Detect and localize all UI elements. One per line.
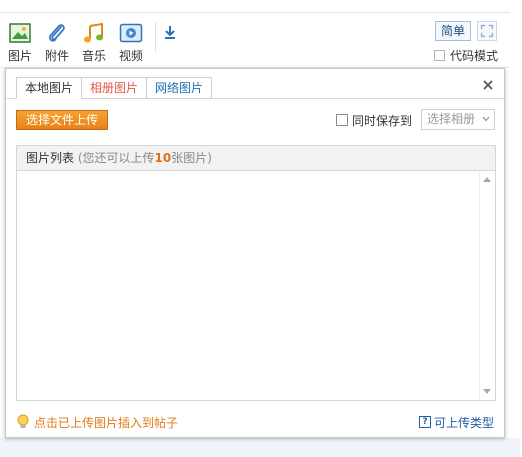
editor-toolbar: 图片 附件 音乐 视频 简单 代码模式 [0,0,510,68]
image-list-header: 图片列表 (您还可以上传10张图片) [17,146,495,171]
album-select-value: 选择相册 [427,112,476,126]
download-icon[interactable] [163,24,177,42]
simple-mode-button[interactable]: 简单 [435,21,471,41]
video-tool-label: 视频 [118,49,143,63]
tab-local-images[interactable]: 本地图片 [16,77,83,99]
code-mode-label: 代码模式 [450,48,499,63]
image-tool-label: 图片 [7,49,32,63]
music-tool-label: 音乐 [81,49,106,63]
image-list-hint: (您还可以上传10张图片) [78,151,212,165]
scroll-up-arrow-icon[interactable] [483,177,491,182]
code-mode-toggle[interactable]: 代码模式 [434,47,498,63]
upload-types-label: 可上传类型 [434,415,495,430]
save-to-album-option[interactable]: 同时保存到 [336,111,412,129]
image-upload-dialog: 本地图片 相册图片 网络图片 选择文件上传 同时保存到 选择相册 图片列表 (您… [5,68,505,438]
video-icon [119,23,143,43]
image-list: 图片列表 (您还可以上传10张图片) [16,145,496,401]
select-file-upload-button[interactable]: 选择文件上传 [16,110,108,130]
image-source-tabs: 本地图片 相册图片 网络图片 [16,77,213,99]
scroll-down-arrow-icon[interactable] [483,389,491,394]
chevron-down-icon [482,116,490,122]
image-list-area [17,171,495,400]
tab-album-images[interactable]: 相册图片 [81,77,148,99]
upload-types-link[interactable]: ? 可上传类型 [419,414,494,430]
toolbar-divider [0,12,510,13]
toolbar-separator [155,22,156,52]
music-tool-button[interactable]: 音乐 [79,22,109,64]
attachment-tool-label: 附件 [44,49,69,63]
image-tool-button[interactable]: 图片 [5,22,35,64]
remaining-count: 10 [154,151,172,165]
hint-prefix: (您还可以上传 [77,151,155,165]
question-icon: ? [419,416,431,428]
editor-bottom-area [0,438,520,457]
hint-suffix: 张图片) [171,151,212,165]
insert-hint[interactable]: 点击已上传图片插入到帖子 [16,413,178,431]
image-list-scrollbar[interactable] [479,171,495,400]
tab-web-images[interactable]: 网络图片 [146,77,213,99]
save-to-album-label: 同时保存到 [352,113,413,128]
lightbulb-icon [17,414,29,428]
image-list-title: 图片列表 [26,151,75,165]
paperclip-icon [49,24,65,42]
music-icon [84,22,103,43]
fullscreen-icon [480,24,494,38]
image-icon [9,23,31,43]
close-icon[interactable] [481,78,495,92]
fullscreen-button[interactable] [477,21,497,41]
album-select[interactable]: 选择相册 [421,109,495,130]
code-mode-checkbox[interactable] [434,49,445,61]
attachment-tool-button[interactable]: 附件 [42,22,72,64]
video-tool-button[interactable]: 视频 [116,22,146,64]
insert-hint-text: 点击已上传图片插入到帖子 [34,415,179,430]
save-to-album-checkbox[interactable] [336,114,348,126]
